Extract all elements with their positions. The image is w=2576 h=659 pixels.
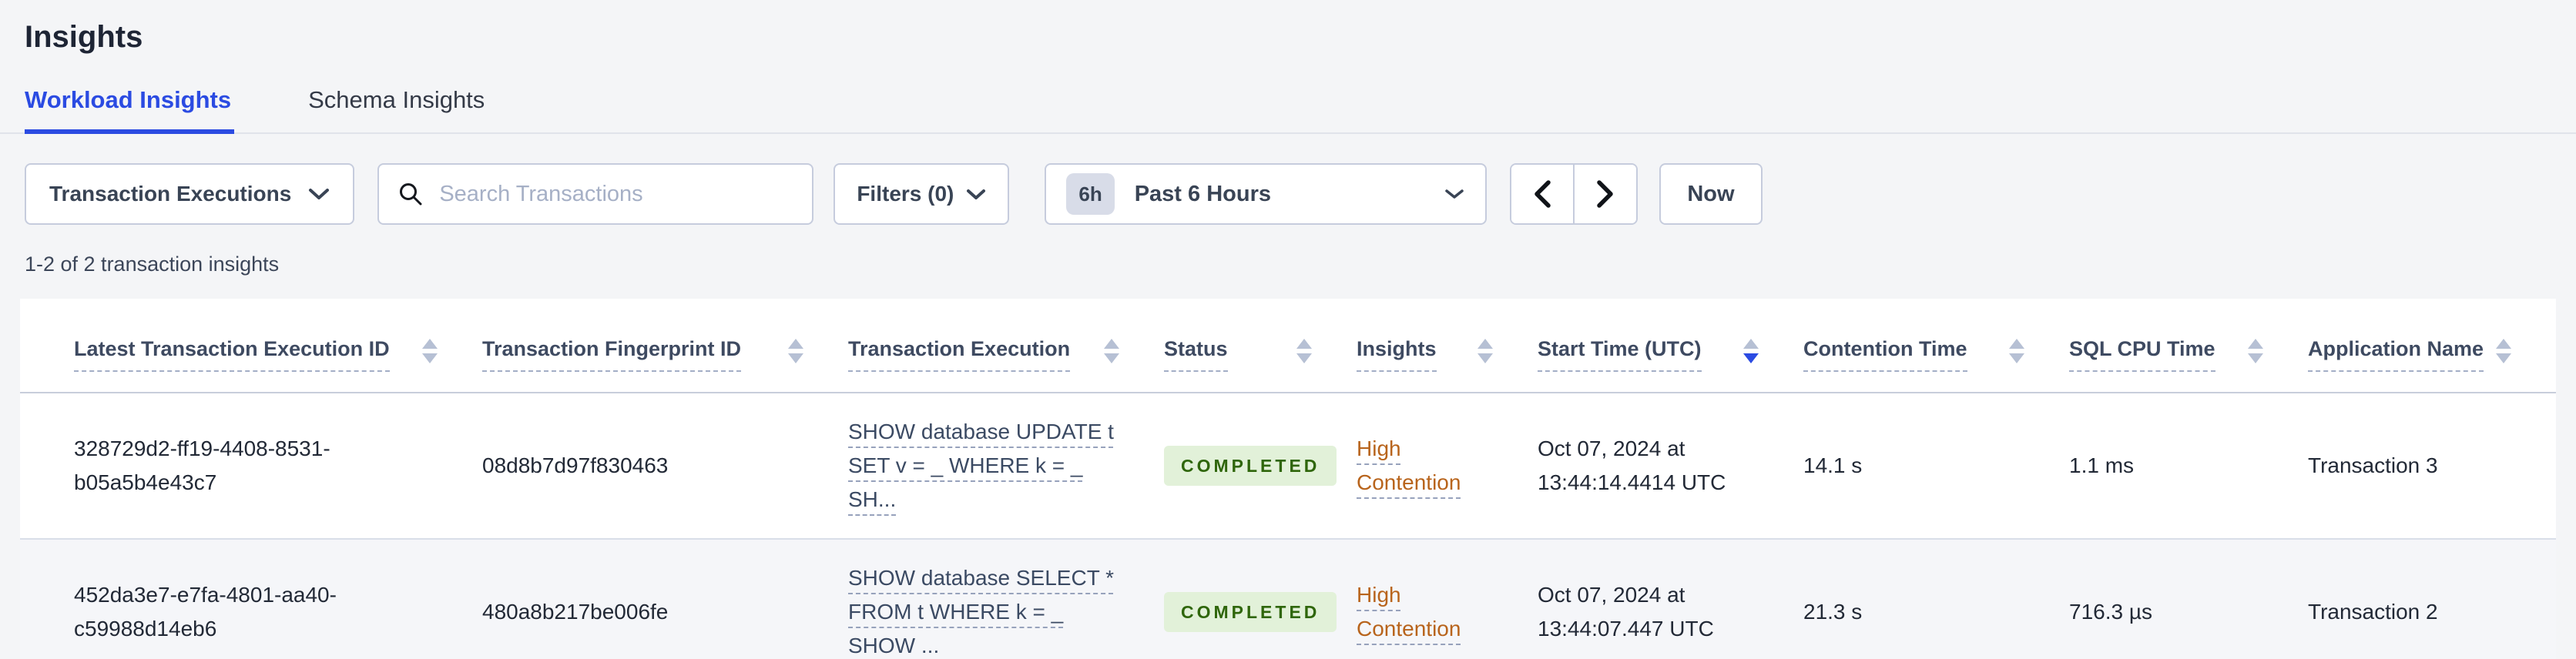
start-time-cell: Oct 07, 2024 at 13:44:07.447 UTC [1538, 539, 1803, 659]
status-cell: COMPLETED [1164, 539, 1357, 659]
sort-icon[interactable] [2496, 338, 2511, 363]
application-name-cell: Transaction 2 [2308, 539, 2556, 659]
time-range-label: Past 6 Hours [1134, 181, 1271, 206]
application-name-cell: Transaction 3 [2308, 393, 2556, 540]
tab-workload-insights[interactable]: Workload Insights [25, 86, 235, 134]
execution-type-dropdown-label: Transaction Executions [49, 182, 292, 206]
table-row: 452da3e7-e7fa-4801-aa40-c59988d14eb6 480… [20, 539, 2556, 659]
insights-cell: High Contention [1357, 539, 1538, 659]
transaction-execution-link[interactable]: SHOW database SELECT * FROM t WHERE k = … [848, 566, 1114, 657]
contention-time-cell: 14.1 s [1803, 393, 2069, 540]
time-range-badge: 6h [1066, 173, 1115, 215]
latest-execution-id-cell: 328729d2-ff19-4408-8531-b05a5b4e43c7 [20, 393, 482, 540]
next-time-range-button[interactable] [1573, 165, 1637, 223]
filters-button[interactable]: Filters (0) [834, 163, 1010, 225]
search-input[interactable] [438, 180, 794, 208]
transaction-execution-cell: SHOW database UPDATE t SET v = _ WHERE k… [848, 393, 1164, 540]
chevron-down-icon [966, 188, 986, 201]
chevron-right-icon [1595, 179, 1615, 209]
table-row: 328729d2-ff19-4408-8531-b05a5b4e43c7 08d… [20, 393, 2556, 540]
now-button[interactable]: Now [1659, 163, 1763, 225]
toolbar: Transaction Executions Filters (0) 6h Pa… [25, 163, 2576, 225]
sort-icon[interactable] [1478, 338, 1493, 363]
transaction-insights-table: Latest Transaction Execution ID Transact… [20, 299, 2556, 659]
execution-type-dropdown[interactable]: Transaction Executions [25, 163, 355, 225]
sort-icon[interactable] [2009, 338, 2024, 363]
column-header-status[interactable]: Status [1164, 299, 1357, 393]
insights-table-card: Latest Transaction Execution ID Transact… [20, 299, 2556, 659]
column-header-start-time[interactable]: Start Time (UTC) [1538, 299, 1803, 393]
status-badge: COMPLETED [1164, 592, 1337, 632]
column-header-sql-cpu-time[interactable]: SQL CPU Time [2069, 299, 2308, 393]
column-header-application-name[interactable]: Application Name [2308, 299, 2556, 393]
now-button-label: Now [1687, 181, 1735, 206]
tab-bar: Workload Insights Schema Insights [0, 86, 2576, 134]
sort-icon[interactable] [788, 338, 803, 363]
chevron-down-icon [1444, 187, 1465, 201]
column-header-transaction-execution[interactable]: Transaction Execution [848, 299, 1164, 393]
chevron-left-icon [1532, 179, 1552, 209]
table-header-row: Latest Transaction Execution ID Transact… [20, 299, 2556, 393]
chevron-down-icon [308, 187, 330, 201]
column-header-transaction-fingerprint-id[interactable]: Transaction Fingerprint ID [482, 299, 848, 393]
sort-icon[interactable] [422, 338, 438, 363]
sort-icon[interactable] [1296, 338, 1312, 363]
fingerprint-id-cell: 480a8b217be006fe [482, 539, 848, 659]
page-title: Insights [25, 20, 143, 54]
filters-button-label: Filters (0) [857, 182, 954, 206]
insights-page: Insights Workload Insights Schema Insigh… [0, 0, 2576, 659]
transaction-execution-link[interactable]: SHOW database UPDATE t SET v = _ WHERE k… [848, 420, 1114, 511]
tab-schema-insights[interactable]: Schema Insights [308, 86, 488, 134]
status-badge: COMPLETED [1164, 446, 1337, 486]
sort-icon[interactable] [2248, 338, 2263, 363]
fingerprint-id-cell: 08d8b7d97f830463 [482, 393, 848, 540]
transaction-execution-cell: SHOW database SELECT * FROM t WHERE k = … [848, 539, 1164, 659]
sort-icon-active-desc[interactable] [1743, 338, 1759, 363]
start-time-cell: Oct 07, 2024 at 13:44:14.4414 UTC [1538, 393, 1803, 540]
sql-cpu-time-cell: 1.1 ms [2069, 393, 2308, 540]
time-range-dropdown[interactable]: 6h Past 6 Hours [1045, 163, 1488, 225]
search-icon [397, 181, 424, 207]
sql-cpu-time-cell: 716.3 µs [2069, 539, 2308, 659]
column-header-contention-time[interactable]: Contention Time [1803, 299, 2069, 393]
high-contention-link[interactable]: High Contention [1357, 437, 1461, 494]
high-contention-link[interactable]: High Contention [1357, 583, 1461, 641]
latest-execution-id-cell: 452da3e7-e7fa-4801-aa40-c59988d14eb6 [20, 539, 482, 659]
column-header-insights[interactable]: Insights [1357, 299, 1538, 393]
status-cell: COMPLETED [1164, 393, 1357, 540]
sort-icon[interactable] [1104, 338, 1119, 363]
contention-time-cell: 21.3 s [1803, 539, 2069, 659]
search-box[interactable] [377, 163, 814, 225]
column-header-latest-transaction-execution-id[interactable]: Latest Transaction Execution ID [20, 299, 482, 393]
results-summary: 1-2 of 2 transaction insights [25, 253, 280, 276]
insights-cell: High Contention [1357, 393, 1538, 540]
time-range-nav-group [1510, 163, 1639, 225]
previous-time-range-button[interactable] [1511, 165, 1574, 223]
